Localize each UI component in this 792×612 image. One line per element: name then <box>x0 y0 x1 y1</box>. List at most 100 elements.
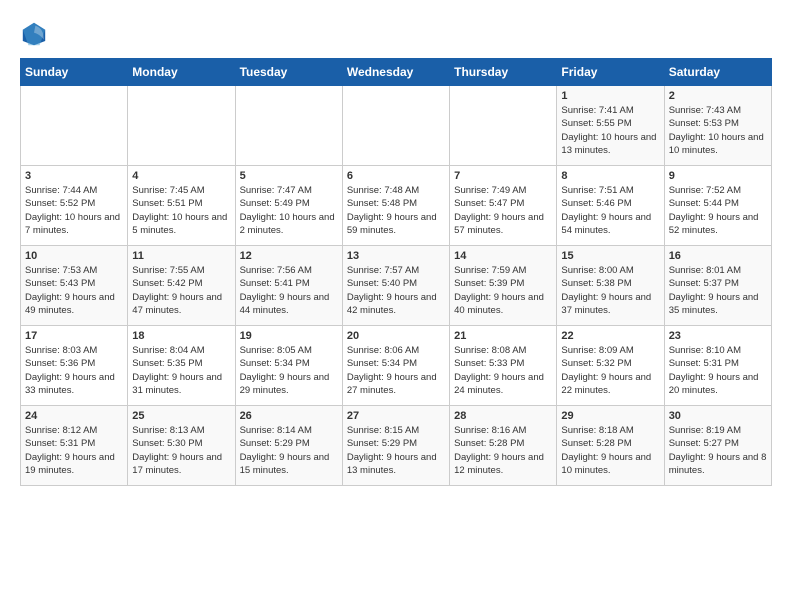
day-number: 23 <box>669 330 767 342</box>
day-info: Sunrise: 7:41 AM Sunset: 5:55 PM Dayligh… <box>561 104 659 157</box>
calendar-cell: 6 Sunrise: 7:48 AM Sunset: 5:48 PM Daylig… <box>342 166 449 246</box>
day-number: 2 <box>669 90 767 102</box>
day-number: 21 <box>454 330 552 342</box>
day-info: Sunrise: 7:44 AM Sunset: 5:52 PM Dayligh… <box>25 184 123 237</box>
weekday-header: Saturday <box>664 59 771 86</box>
day-info: Sunrise: 8:15 AM Sunset: 5:29 PM Dayligh… <box>347 424 445 477</box>
calendar-cell: 8 Sunrise: 7:51 AM Sunset: 5:46 PM Daylig… <box>557 166 664 246</box>
logo <box>20 20 52 48</box>
day-number: 12 <box>240 250 338 262</box>
day-info: Sunrise: 8:03 AM Sunset: 5:36 PM Dayligh… <box>25 344 123 397</box>
calendar-cell: 7 Sunrise: 7:49 AM Sunset: 5:47 PM Daylig… <box>450 166 557 246</box>
day-info: Sunrise: 8:12 AM Sunset: 5:31 PM Dayligh… <box>25 424 123 477</box>
weekday-header: Wednesday <box>342 59 449 86</box>
day-info: Sunrise: 8:05 AM Sunset: 5:34 PM Dayligh… <box>240 344 338 397</box>
day-number: 22 <box>561 330 659 342</box>
day-number: 16 <box>669 250 767 262</box>
day-number: 8 <box>561 170 659 182</box>
calendar-table: SundayMondayTuesdayWednesdayThursdayFrid… <box>20 58 772 486</box>
day-info: Sunrise: 8:13 AM Sunset: 5:30 PM Dayligh… <box>132 424 230 477</box>
day-number: 11 <box>132 250 230 262</box>
day-info: Sunrise: 8:08 AM Sunset: 5:33 PM Dayligh… <box>454 344 552 397</box>
day-info: Sunrise: 7:52 AM Sunset: 5:44 PM Dayligh… <box>669 184 767 237</box>
calendar-cell: 29Sunrise: 8:18 AM Sunset: 5:28 PM Dayli… <box>557 406 664 486</box>
day-info: Sunrise: 8:19 AM Sunset: 5:27 PM Dayligh… <box>669 424 767 477</box>
calendar-cell: 1 Sunrise: 7:41 AM Sunset: 5:55 PM Daylig… <box>557 86 664 166</box>
calendar-header: SundayMondayTuesdayWednesdayThursdayFrid… <box>21 59 772 86</box>
day-info: Sunrise: 8:09 AM Sunset: 5:32 PM Dayligh… <box>561 344 659 397</box>
day-number: 6 <box>347 170 445 182</box>
page-header <box>20 20 772 48</box>
calendar-cell: 13 Sunrise: 7:57 AM Sunset: 5:40 PM Dayli… <box>342 246 449 326</box>
day-number: 10 <box>25 250 123 262</box>
calendar-cell: 20 Sunrise: 8:06 AM Sunset: 5:34 PM Dayli… <box>342 326 449 406</box>
day-number: 24 <box>25 410 123 422</box>
calendar-week-row: 10 Sunrise: 7:53 AM Sunset: 5:43 PM Dayli… <box>21 246 772 326</box>
calendar-cell <box>128 86 235 166</box>
calendar-cell: 15Sunrise: 8:00 AM Sunset: 5:38 PM Dayli… <box>557 246 664 326</box>
day-number: 19 <box>240 330 338 342</box>
day-number: 14 <box>454 250 552 262</box>
day-info: Sunrise: 7:45 AM Sunset: 5:51 PM Dayligh… <box>132 184 230 237</box>
calendar-cell: 16 Sunrise: 8:01 AM Sunset: 5:37 PM Dayli… <box>664 246 771 326</box>
calendar-cell: 21 Sunrise: 8:08 AM Sunset: 5:33 PM Dayli… <box>450 326 557 406</box>
calendar-cell: 18Sunrise: 8:04 AM Sunset: 5:35 PM Dayli… <box>128 326 235 406</box>
calendar-cell: 30 Sunrise: 8:19 AM Sunset: 5:27 PM Dayli… <box>664 406 771 486</box>
weekday-header: Thursday <box>450 59 557 86</box>
calendar-cell: 4 Sunrise: 7:45 AM Sunset: 5:51 PM Daylig… <box>128 166 235 246</box>
calendar-cell <box>450 86 557 166</box>
calendar-body: 1 Sunrise: 7:41 AM Sunset: 5:55 PM Daylig… <box>21 86 772 486</box>
day-number: 25 <box>132 410 230 422</box>
day-info: Sunrise: 7:49 AM Sunset: 5:47 PM Dayligh… <box>454 184 552 237</box>
day-number: 7 <box>454 170 552 182</box>
day-number: 18 <box>132 330 230 342</box>
calendar-cell: 3 Sunrise: 7:44 AM Sunset: 5:52 PM Daylig… <box>21 166 128 246</box>
calendar-cell: 26Sunrise: 8:14 AM Sunset: 5:29 PM Dayli… <box>235 406 342 486</box>
day-info: Sunrise: 7:48 AM Sunset: 5:48 PM Dayligh… <box>347 184 445 237</box>
weekday-header: Tuesday <box>235 59 342 86</box>
day-number: 30 <box>669 410 767 422</box>
calendar-cell: 28Sunrise: 8:16 AM Sunset: 5:28 PM Dayli… <box>450 406 557 486</box>
day-info: Sunrise: 8:00 AM Sunset: 5:38 PM Dayligh… <box>561 264 659 317</box>
day-number: 9 <box>669 170 767 182</box>
day-number: 27 <box>347 410 445 422</box>
weekday-header: Friday <box>557 59 664 86</box>
day-number: 13 <box>347 250 445 262</box>
day-number: 4 <box>132 170 230 182</box>
day-number: 20 <box>347 330 445 342</box>
calendar-cell: 24 Sunrise: 8:12 AM Sunset: 5:31 PM Dayli… <box>21 406 128 486</box>
calendar-cell: 9 Sunrise: 7:52 AM Sunset: 5:44 PM Daylig… <box>664 166 771 246</box>
day-info: Sunrise: 7:56 AM Sunset: 5:41 PM Dayligh… <box>240 264 338 317</box>
day-number: 3 <box>25 170 123 182</box>
day-info: Sunrise: 8:06 AM Sunset: 5:34 PM Dayligh… <box>347 344 445 397</box>
day-info: Sunrise: 7:55 AM Sunset: 5:42 PM Dayligh… <box>132 264 230 317</box>
calendar-cell: 10 Sunrise: 7:53 AM Sunset: 5:43 PM Dayli… <box>21 246 128 326</box>
weekday-header: Sunday <box>21 59 128 86</box>
calendar-cell: 2 Sunrise: 7:43 AM Sunset: 5:53 PM Daylig… <box>664 86 771 166</box>
calendar-cell <box>21 86 128 166</box>
day-number: 5 <box>240 170 338 182</box>
calendar-week-row: 1 Sunrise: 7:41 AM Sunset: 5:55 PM Daylig… <box>21 86 772 166</box>
day-info: Sunrise: 8:01 AM Sunset: 5:37 PM Dayligh… <box>669 264 767 317</box>
calendar-cell: 22 Sunrise: 8:09 AM Sunset: 5:32 PM Dayli… <box>557 326 664 406</box>
weekday-header: Monday <box>128 59 235 86</box>
calendar-cell: 14 Sunrise: 7:59 AM Sunset: 5:39 PM Dayli… <box>450 246 557 326</box>
day-number: 26 <box>240 410 338 422</box>
day-info: Sunrise: 7:57 AM Sunset: 5:40 PM Dayligh… <box>347 264 445 317</box>
day-info: Sunrise: 7:59 AM Sunset: 5:39 PM Dayligh… <box>454 264 552 317</box>
day-number: 17 <box>25 330 123 342</box>
day-info: Sunrise: 7:43 AM Sunset: 5:53 PM Dayligh… <box>669 104 767 157</box>
calendar-cell <box>342 86 449 166</box>
calendar-week-row: 24 Sunrise: 8:12 AM Sunset: 5:31 PM Dayli… <box>21 406 772 486</box>
calendar-cell: 5 Sunrise: 7:47 AM Sunset: 5:49 PM Daylig… <box>235 166 342 246</box>
calendar-cell: 25 Sunrise: 8:13 AM Sunset: 5:30 PM Dayli… <box>128 406 235 486</box>
day-info: Sunrise: 7:47 AM Sunset: 5:49 PM Dayligh… <box>240 184 338 237</box>
calendar-cell <box>235 86 342 166</box>
day-info: Sunrise: 8:10 AM Sunset: 5:31 PM Dayligh… <box>669 344 767 397</box>
day-info: Sunrise: 8:18 AM Sunset: 5:28 PM Dayligh… <box>561 424 659 477</box>
calendar-week-row: 17 Sunrise: 8:03 AM Sunset: 5:36 PM Dayli… <box>21 326 772 406</box>
day-info: Sunrise: 7:53 AM Sunset: 5:43 PM Dayligh… <box>25 264 123 317</box>
day-number: 1 <box>561 90 659 102</box>
calendar-week-row: 3 Sunrise: 7:44 AM Sunset: 5:52 PM Daylig… <box>21 166 772 246</box>
day-info: Sunrise: 7:51 AM Sunset: 5:46 PM Dayligh… <box>561 184 659 237</box>
